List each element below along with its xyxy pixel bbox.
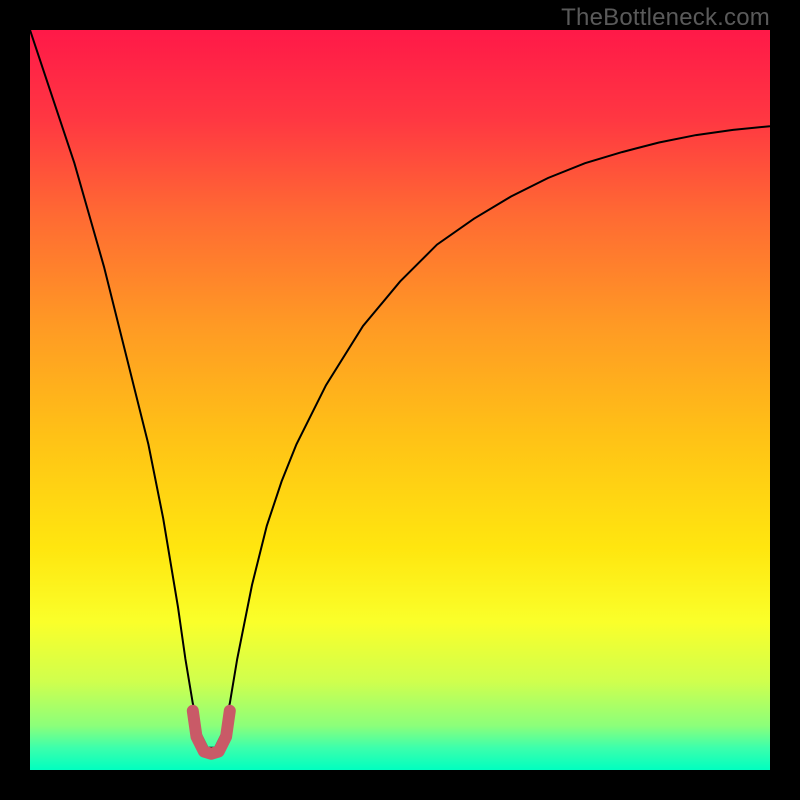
plot-area	[30, 30, 770, 770]
watermark-text: TheBottleneck.com	[561, 4, 770, 32]
bottleneck-curve	[30, 30, 770, 748]
chart-container: TheBottleneck.com	[0, 0, 800, 800]
curve-layer	[30, 30, 770, 770]
